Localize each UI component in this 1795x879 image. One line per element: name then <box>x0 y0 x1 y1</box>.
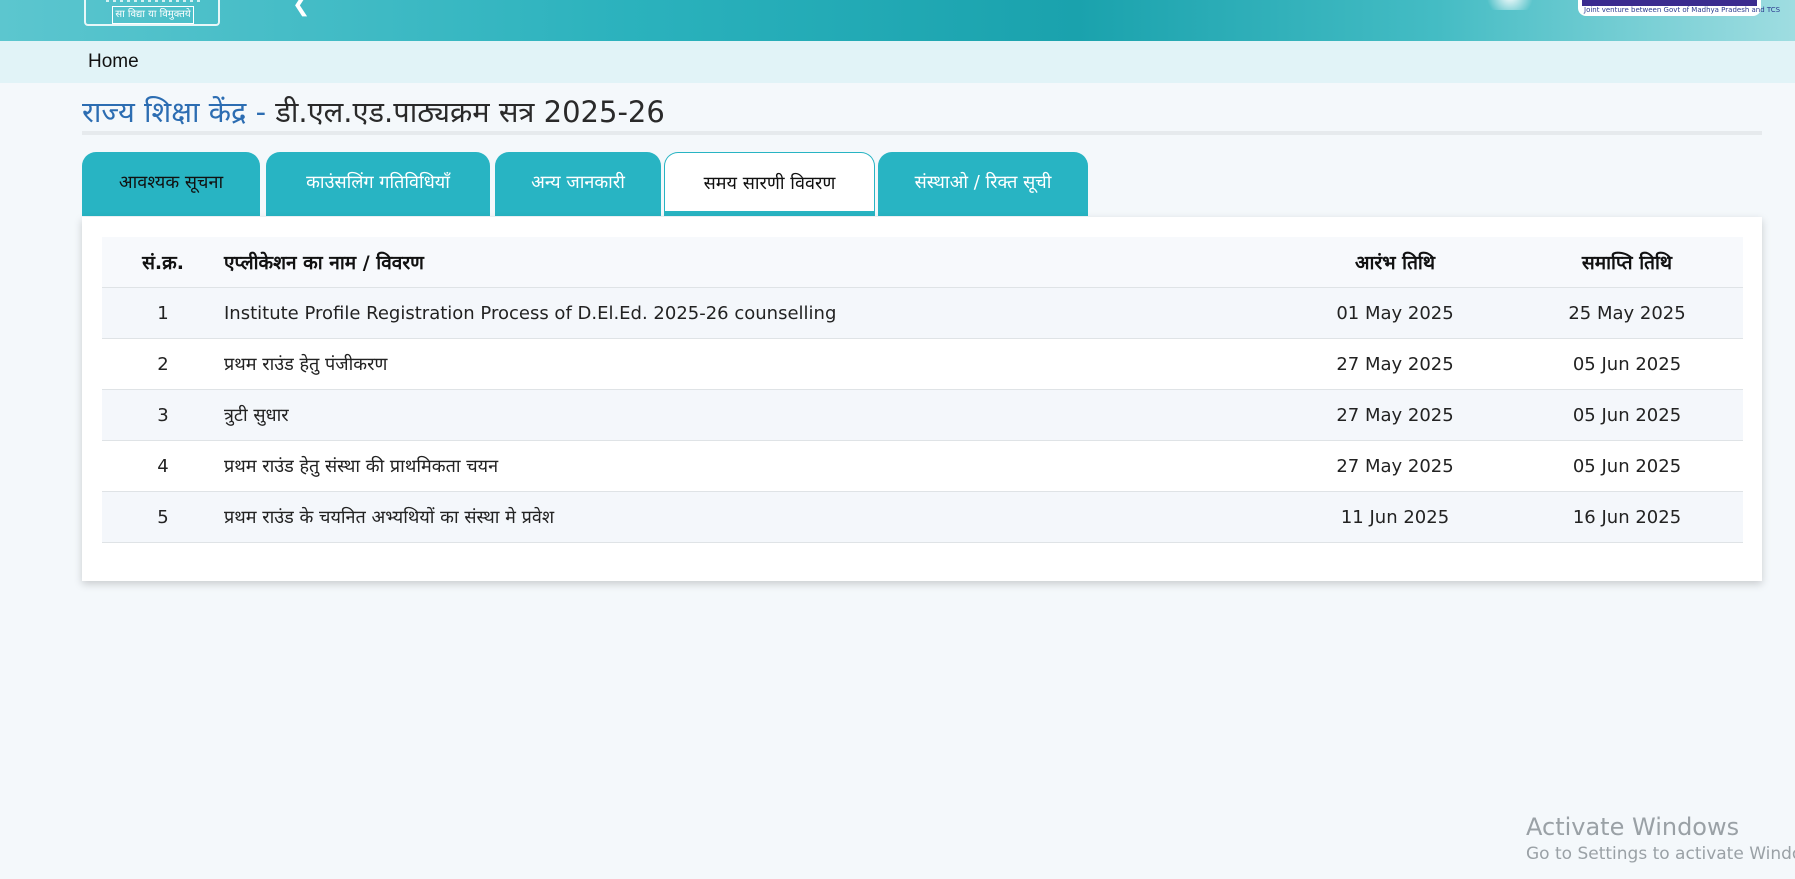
header-emblem-icon <box>1480 0 1540 10</box>
table-row: 2 प्रथम राउंड हेतु पंजीकरण 27 May 2025 0… <box>102 338 1743 390</box>
row-serial: 1 <box>102 287 224 339</box>
row-end-date: 05 Jun 2025 <box>1511 440 1743 492</box>
row-start-date: 27 May 2025 <box>1279 440 1511 492</box>
watermark-subtitle: Go to Settings to activate Windows. <box>1526 844 1795 864</box>
rsk-logo[interactable]: सा विद्या या विमुक्तये <box>84 0 220 26</box>
row-end-date: 25 May 2025 <box>1511 287 1743 339</box>
breadcrumb-home[interactable]: Home <box>88 41 139 83</box>
row-start-date: 11 Jun 2025 <box>1279 491 1511 543</box>
table-header-row: सं.क्र. एप्लीकेशन का नाम / विवरण आरंभ ति… <box>102 237 1743 288</box>
watermark-title: Activate Windows <box>1526 813 1740 841</box>
schedule-table: सं.क्र. एप्लीकेशन का नाम / विवरण आरंभ ति… <box>102 237 1743 543</box>
row-serial: 4 <box>102 440 224 492</box>
logo-motto: सा विद्या या विमुक्तये <box>112 6 194 24</box>
row-serial: 5 <box>102 491 224 543</box>
tab-counselling-activities[interactable]: काउंसलिंग गतिविधियाँ <box>266 152 490 216</box>
page-title-course: डी.एल.एड.पाठ्यक्रम सत्र 2025-26 <box>275 95 665 129</box>
building-emblem-icon <box>106 0 202 2</box>
table-row: 5 प्रथम राउंड के चयनित अभ्यथियों का संस्… <box>102 491 1743 543</box>
chevron-icon: ❮ <box>292 0 311 17</box>
tab-other-information[interactable]: अन्य जानकारी <box>495 152 661 216</box>
table-row: 3 त्रुटी सुधार 27 May 2025 05 Jun 2025 <box>102 389 1743 441</box>
row-end-date: 05 Jun 2025 <box>1511 389 1743 441</box>
row-application-name: प्रथम राउंड के चयनित अभ्यथियों का संस्था… <box>224 491 1279 543</box>
page-title: राज्य शिक्षा केंद्र - डी.एल.एड.पाठ्यक्रम… <box>82 92 665 132</box>
mpon-logo[interactable]: Joint venture between Govt of Madhya Pra… <box>1578 0 1780 16</box>
row-serial: 2 <box>102 338 224 390</box>
table-row: 1 Institute Profile Registration Process… <box>102 287 1743 339</box>
row-application-name: प्रथम राउंड हेतु संस्था की प्राथमिकता चय… <box>224 440 1279 492</box>
table-row: 4 प्रथम राउंड हेतु संस्था की प्राथमिकता … <box>102 440 1743 492</box>
row-serial: 3 <box>102 389 224 441</box>
header-application-name: एप्लीकेशन का नाम / विवरण <box>224 237 1279 288</box>
tab-institutes-vacancy[interactable]: संस्थाओ / रिक्त सूची <box>878 152 1088 216</box>
windows-activation-watermark: Activate Windows Go to Settings to activ… <box>1526 812 1795 866</box>
tab-schedule[interactable]: समय सारणी विवरण <box>664 152 875 216</box>
row-application-name: प्रथम राउंड हेतु पंजीकरण <box>224 338 1279 390</box>
header-end-date: समाप्ति तिथि <box>1511 237 1743 288</box>
row-start-date: 27 May 2025 <box>1279 389 1511 441</box>
partner-tagline: Joint venture between Govt of Madhya Pra… <box>1584 6 1781 14</box>
header-start-date: आरंभ तिथि <box>1279 237 1511 288</box>
row-end-date: 16 Jun 2025 <box>1511 491 1743 543</box>
site-header: सा विद्या या विमुक्तये ❮ Joint venture b… <box>0 0 1795 41</box>
row-end-date: 05 Jun 2025 <box>1511 338 1743 390</box>
breadcrumb-bar: Home <box>0 41 1795 83</box>
row-start-date: 01 May 2025 <box>1279 287 1511 339</box>
row-application-name: Institute Profile Registration Process o… <box>224 287 1279 339</box>
schedule-panel: सं.क्र. एप्लीकेशन का नाम / विवरण आरंभ ति… <box>82 217 1762 581</box>
title-divider <box>82 131 1762 135</box>
tab-important-notice[interactable]: आवश्यक सूचना <box>82 152 260 216</box>
row-application-name: त्रुटी सुधार <box>224 389 1279 441</box>
page-title-org: राज्य शिक्षा केंद्र - <box>82 95 276 129</box>
row-start-date: 27 May 2025 <box>1279 338 1511 390</box>
header-serial: सं.क्र. <box>102 237 224 288</box>
